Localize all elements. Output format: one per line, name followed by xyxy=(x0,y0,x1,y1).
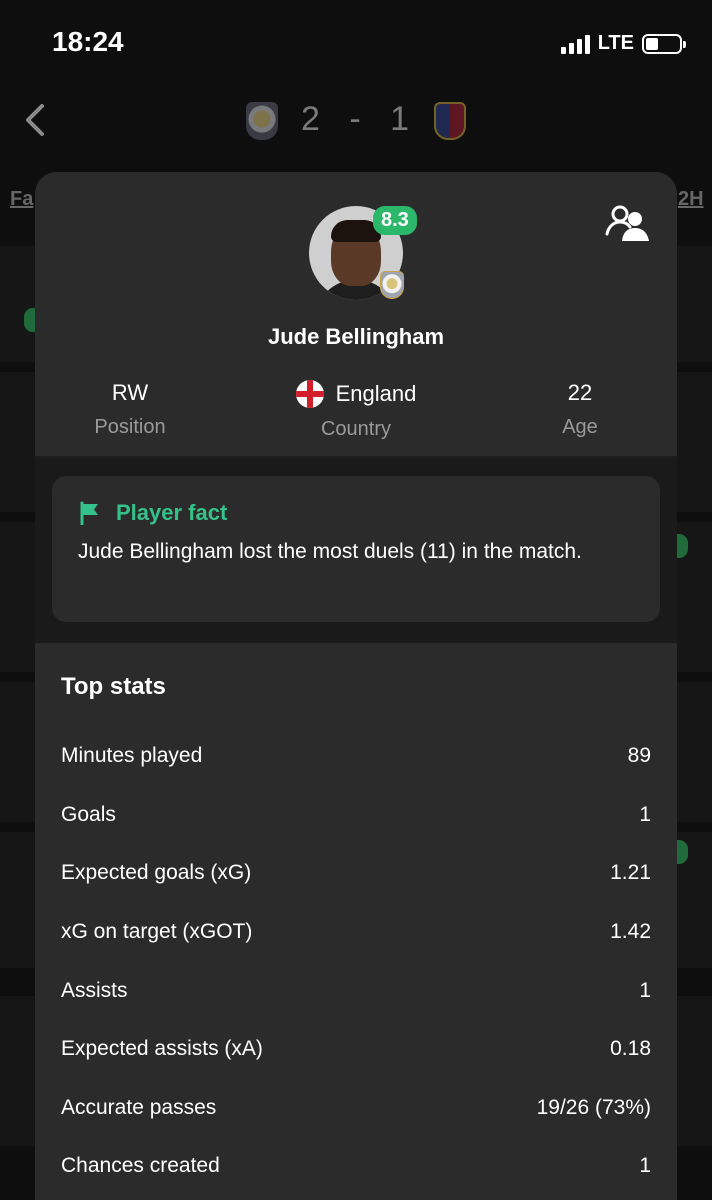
stat-value: 1 xyxy=(639,978,651,1002)
stat-label: xG on target (xGOT) xyxy=(61,920,253,944)
people-icon[interactable] xyxy=(605,204,651,242)
player-header: 8.3 Jude Bellingham RW Position England … xyxy=(35,172,677,458)
top-stats-title: Top stats xyxy=(61,673,166,700)
player-fact-text: Jude Bellingham lost the most duels (11)… xyxy=(78,540,582,563)
stat-value: 19/26 (73%) xyxy=(536,1095,651,1119)
flag-icon xyxy=(80,501,98,525)
player-fact-box: Player fact Jude Bellingham lost the mos… xyxy=(52,476,660,622)
player-card: 8.3 Jude Bellingham RW Position England … xyxy=(35,172,677,1200)
stat-label: Assists xyxy=(61,978,128,1002)
match-score: 2 - 1 xyxy=(0,100,712,139)
stat-value: 1.21 xyxy=(610,861,651,885)
player-name: Jude Bellingham xyxy=(267,324,445,349)
stat-row: Goals 1 xyxy=(61,786,651,845)
stat-row: Expected goals (xG) 1.21 xyxy=(61,844,651,903)
stat-row: xG on target (xGOT) 1.42 xyxy=(61,903,651,962)
home-score: 2 xyxy=(300,100,322,138)
player-fact-section: Player fact Jude Bellingham lost the mos… xyxy=(35,458,677,643)
club-badge-icon xyxy=(380,271,404,299)
stat-label: Goals xyxy=(61,802,116,826)
barcelona-crest xyxy=(434,102,466,140)
player-fact-title: Player fact xyxy=(116,500,228,525)
background-tab-right: 2H xyxy=(678,188,704,210)
score-separator: - xyxy=(349,100,363,138)
away-score: 1 xyxy=(390,100,412,138)
position-label: Position xyxy=(94,416,166,438)
stat-row: Assists 1 xyxy=(61,961,651,1020)
age-label: Age xyxy=(562,416,598,438)
country-info: England Country xyxy=(275,380,437,441)
stat-label: Expected assists (xA) xyxy=(61,1037,263,1061)
network-label: LTE xyxy=(597,32,634,54)
status-time: 18:24 xyxy=(52,26,124,57)
position-info: RW Position xyxy=(75,380,185,439)
stat-value: 1.42 xyxy=(610,920,651,944)
stat-value: 0.18 xyxy=(610,1037,651,1061)
age-info: 22 Age xyxy=(525,380,635,439)
england-flag-icon xyxy=(295,380,324,408)
stat-label: Chances created xyxy=(61,1154,220,1178)
background-tab-left: Fa xyxy=(10,188,34,210)
position-value: RW xyxy=(111,380,149,405)
stat-row: Accurate passes 19/26 (73%) xyxy=(61,1079,651,1138)
stat-label: Accurate passes xyxy=(61,1095,217,1119)
stat-row: Chances created 1 xyxy=(61,1137,651,1196)
stat-value: 1 xyxy=(639,802,651,826)
rating-badge: 8.3 xyxy=(373,206,417,235)
status-indicators: LTE xyxy=(560,32,686,55)
country-value: England xyxy=(335,381,417,406)
stat-row: Minutes played 89 xyxy=(61,727,651,786)
stat-value: 1 xyxy=(639,1154,651,1178)
stat-value: 89 xyxy=(627,744,651,768)
age-value: 22 xyxy=(567,380,593,405)
top-stats-section: Top stats Minutes played 89 Goals 1 Expe… xyxy=(35,643,677,1196)
stat-label: Expected goals (xG) xyxy=(61,861,252,885)
country-label: Country xyxy=(320,418,392,440)
battery-icon xyxy=(642,33,686,54)
status-bar: 18:24 LTE xyxy=(0,0,712,90)
stat-label: Minutes played xyxy=(61,744,203,768)
signal-icon xyxy=(560,34,590,54)
stat-row: Expected assists (xA) 0.18 xyxy=(61,1020,651,1079)
